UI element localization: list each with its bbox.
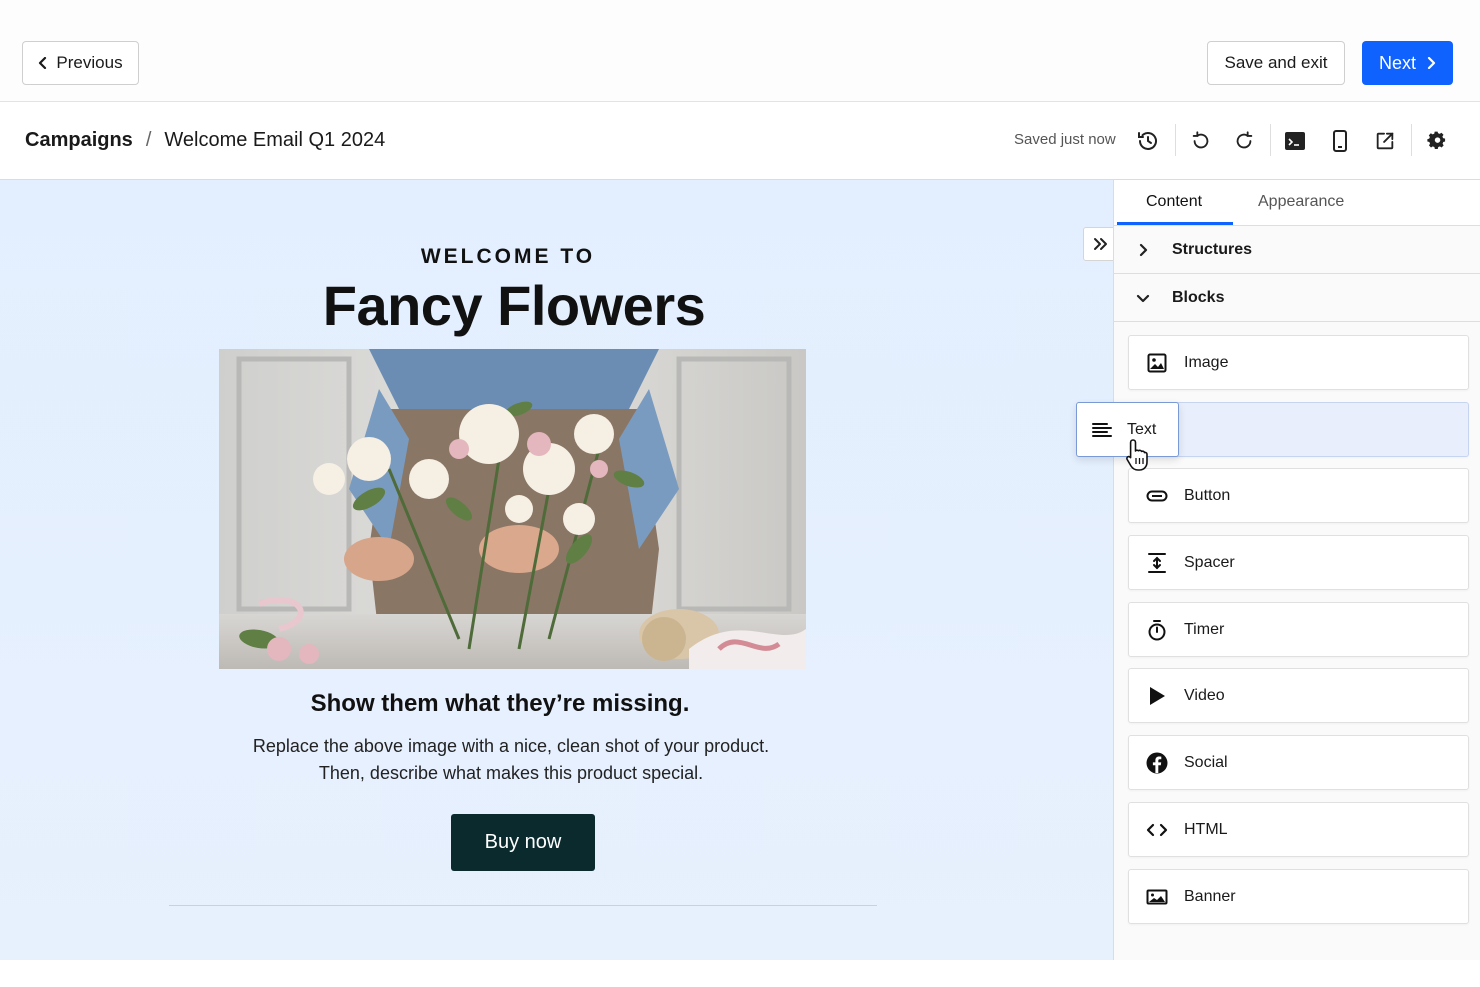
toolbar-divider (1270, 124, 1271, 156)
desktop-preview-icon[interactable] (1280, 126, 1310, 156)
block-label: Timer (1184, 620, 1225, 638)
next-button[interactable]: Next (1362, 41, 1453, 85)
history-icon[interactable] (1133, 126, 1163, 156)
block-label: Image (1184, 353, 1229, 371)
block-label: Banner (1184, 887, 1236, 905)
next-label: Next (1378, 52, 1416, 73)
block-label: Spacer (1184, 553, 1235, 571)
chevron-down-icon (1136, 294, 1150, 302)
flower-bouquet-image (219, 349, 806, 669)
block-spacer[interactable]: Spacer (1128, 535, 1469, 590)
code-icon (1146, 823, 1167, 836)
undo-icon[interactable] (1186, 126, 1216, 156)
toolbar-divider (1411, 124, 1412, 156)
facebook-icon (1146, 752, 1167, 773)
block-html[interactable]: HTML (1128, 802, 1469, 857)
section-blocks[interactable]: Blocks (1114, 274, 1480, 322)
text-icon (1092, 422, 1112, 437)
mobile-preview-icon[interactable] (1325, 126, 1355, 156)
spacer-icon (1147, 552, 1166, 573)
section-structures-label: Structures (1172, 240, 1253, 258)
active-tab-indicator (1117, 222, 1233, 225)
banner-icon (1146, 889, 1167, 904)
block-image[interactable]: Image (1128, 335, 1469, 390)
timer-icon (1148, 619, 1165, 640)
panel-tabs: Content Appearance (1114, 180, 1480, 226)
email-body-line: Replace the above image with a nice, cle… (252, 736, 770, 756)
email-divider (169, 905, 877, 906)
email-eyebrow[interactable]: WELCOME TO (0, 245, 1016, 269)
tab-content[interactable]: Content (1146, 193, 1202, 211)
breadcrumb-campaigns-link[interactable]: Campaigns (25, 129, 133, 152)
section-structures[interactable]: Structures (1114, 226, 1480, 274)
top-bar: Previous Save and exit Next (0, 0, 1480, 102)
double-chevron-right-icon (1093, 238, 1107, 250)
block-text-drop-slot[interactable] (1128, 402, 1469, 457)
breadcrumb-current: Welcome Email Q1 2024 (164, 129, 386, 151)
save-status: Saved just now (1014, 131, 1116, 148)
email-body-text[interactable]: Replace the above image with a nice, cle… (0, 733, 1022, 787)
previous-button[interactable]: Previous (22, 41, 139, 85)
editor-header: Campaigns / Welcome Email Q1 2024 Saved … (0, 102, 1480, 180)
email-brand-title[interactable]: Fancy Flowers (0, 273, 1028, 338)
block-label: Button (1184, 486, 1231, 504)
image-icon (1147, 353, 1166, 372)
email-headline[interactable]: Show them what they’re missing. (0, 690, 1000, 718)
block-label: HTML (1184, 820, 1228, 838)
chevron-right-icon (1427, 57, 1436, 69)
block-social[interactable]: Social (1128, 735, 1469, 790)
chevron-left-icon (39, 57, 47, 69)
chevron-right-icon (1139, 243, 1148, 256)
email-body-line: Then, describe what makes this product s… (318, 763, 704, 783)
email-canvas[interactable]: WELCOME TO Fancy Flowers Show them what … (0, 180, 1113, 960)
block-label: Social (1184, 753, 1228, 771)
save-and-exit-label: Save and exit (1224, 53, 1328, 72)
block-video[interactable]: Video (1128, 668, 1469, 723)
tab-appearance[interactable]: Appearance (1258, 193, 1344, 211)
section-blocks-label: Blocks (1172, 288, 1225, 306)
external-preview-icon[interactable] (1370, 126, 1400, 156)
play-icon (1149, 686, 1165, 705)
block-timer[interactable]: Timer (1128, 602, 1469, 657)
buy-now-button[interactable]: Buy now (451, 814, 595, 871)
toolbar-divider (1175, 124, 1176, 156)
collapse-panel-button[interactable] (1083, 227, 1116, 261)
block-button[interactable]: Button (1128, 468, 1469, 523)
dragging-block-label: Text (1127, 420, 1157, 438)
breadcrumb: Campaigns / Welcome Email Q1 2024 (25, 129, 385, 152)
button-icon (1146, 490, 1167, 501)
block-label: Video (1184, 686, 1225, 704)
breadcrumb-separator: / (145, 129, 152, 151)
block-banner[interactable]: Banner (1128, 869, 1469, 924)
hero-image[interactable] (219, 349, 806, 669)
settings-icon[interactable] (1422, 126, 1452, 156)
hand-cursor-icon (1126, 439, 1148, 471)
redo-icon[interactable] (1229, 126, 1259, 156)
previous-label: Previous (56, 53, 123, 72)
save-and-exit-button[interactable]: Save and exit (1207, 41, 1345, 85)
